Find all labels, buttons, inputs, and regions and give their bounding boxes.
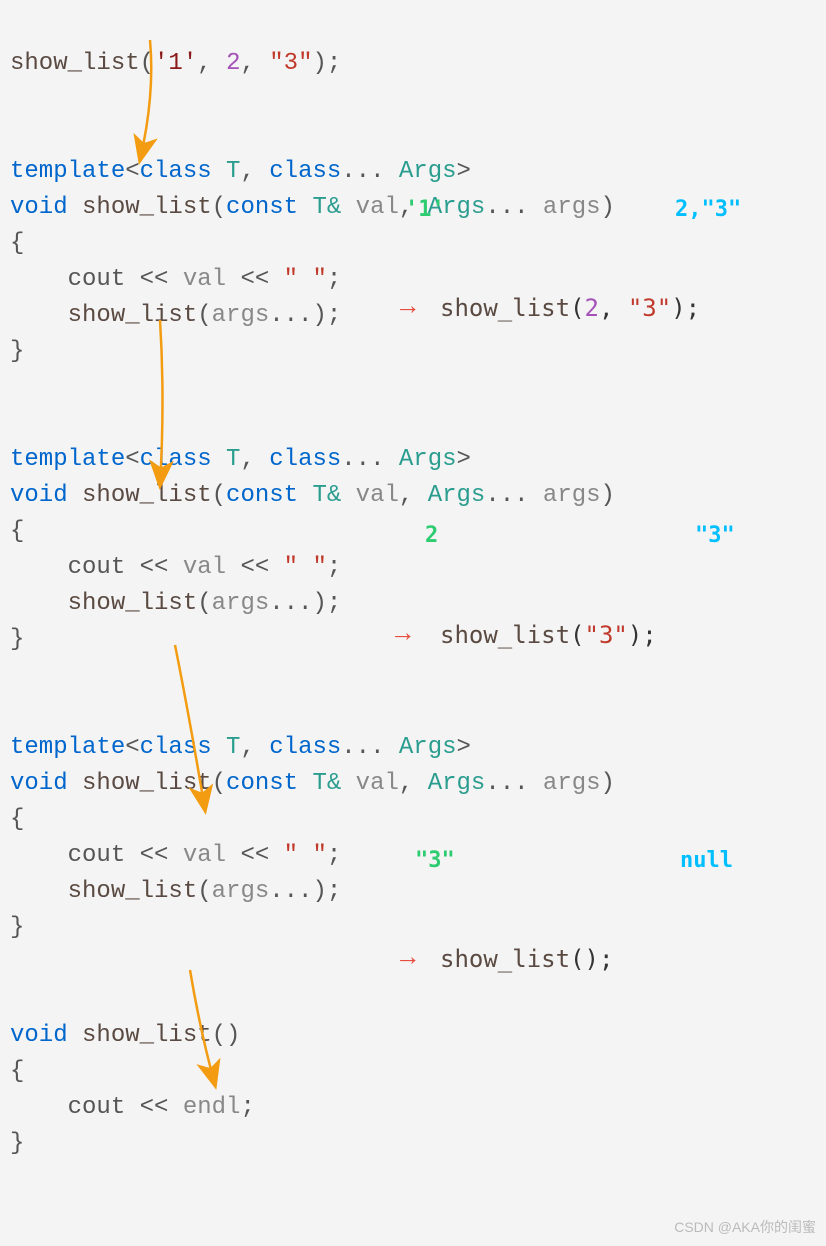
red-arrow-1: →	[400, 288, 416, 327]
call-label-2: show_list("3");	[440, 617, 657, 653]
annotation-args-1: 2,"3"	[675, 193, 741, 226]
template-kw-1: template	[10, 158, 125, 185]
code-snippet: show_list('1', 2, "3"); template<class T…	[10, 10, 816, 1162]
call-label-1: show_list(2, "3");	[440, 290, 700, 326]
template-kw-2: template	[10, 446, 125, 473]
annotation-args-2: "3"	[695, 519, 735, 552]
annotation-val-3: "3"	[415, 844, 455, 877]
annotation-args-3: null	[680, 844, 733, 877]
red-arrow-3: →	[400, 939, 416, 978]
template-kw-3: template	[10, 734, 125, 761]
watermark: CSDN @AKA你的闺蜜	[674, 1217, 816, 1238]
red-arrow-2: →	[395, 615, 411, 654]
fn-call-top: show_list	[10, 50, 140, 77]
annotation-val-2: 2	[425, 519, 438, 552]
annotation-val-1: '1'	[405, 193, 445, 226]
call-label-3: show_list();	[440, 941, 613, 977]
